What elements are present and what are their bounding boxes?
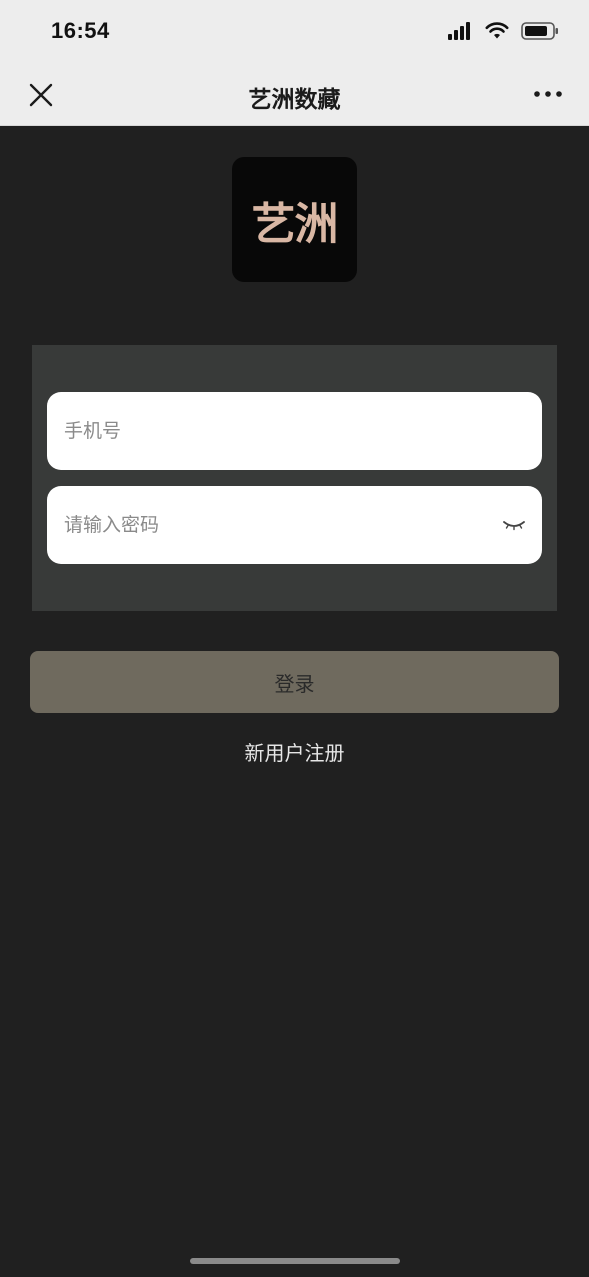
phone-input[interactable] bbox=[64, 392, 464, 470]
page-title: 艺洲数藏 bbox=[248, 87, 341, 113]
login-form bbox=[32, 345, 557, 611]
register-link[interactable]: 新用户注册 bbox=[0, 737, 589, 766]
signal-icon bbox=[448, 22, 470, 40]
status-time: 16:54 bbox=[51, 18, 110, 43]
wifi-icon bbox=[485, 22, 509, 39]
status-icons bbox=[447, 22, 559, 40]
more-icon[interactable] bbox=[533, 84, 563, 104]
nav-bar: 艺洲数藏 bbox=[0, 64, 589, 126]
login-button[interactable]: 登录 bbox=[30, 651, 559, 713]
status-bar: 16:54 bbox=[0, 0, 589, 64]
login-screen: 16:54 艺洲数藏 艺洲 手机号 登录 新用户注册 bbox=[0, 0, 589, 1277]
app-logo: 艺洲 bbox=[232, 157, 357, 282]
battery-icon bbox=[521, 22, 558, 40]
password-field bbox=[47, 486, 542, 564]
phone-field bbox=[47, 392, 542, 470]
eye-closed-icon[interactable] bbox=[502, 517, 526, 533]
logo-text: 艺洲 bbox=[251, 198, 339, 250]
home-indicator bbox=[190, 1258, 400, 1264]
password-input[interactable] bbox=[64, 486, 464, 564]
